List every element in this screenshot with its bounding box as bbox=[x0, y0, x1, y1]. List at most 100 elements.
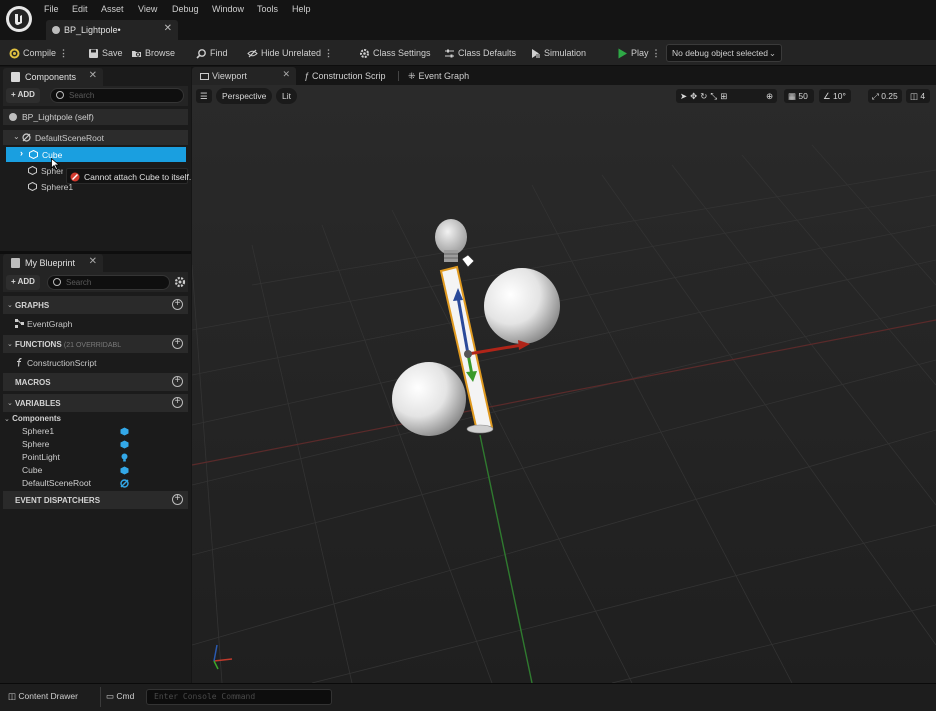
variables-group-label: Components bbox=[12, 414, 61, 423]
expand-arrow-icon: ⌄ bbox=[13, 132, 20, 141]
gear-icon bbox=[360, 48, 369, 58]
components-search-input[interactable]: Search bbox=[50, 88, 184, 103]
tab-event-graph[interactable]: ⁜ Event Graph bbox=[408, 67, 469, 85]
content-drawer-icon: ◫ bbox=[8, 691, 17, 701]
hide-unrelated-button[interactable]: Hide Unrelated ⋮ bbox=[247, 46, 333, 60]
menu-file[interactable]: File bbox=[44, 4, 59, 14]
cmd-button[interactable]: ▭ Cmd bbox=[106, 691, 134, 702]
tooltip-text: Cannot attach Cube to itself. bbox=[84, 172, 192, 182]
sphere-mesh[interactable] bbox=[484, 268, 560, 344]
variable-defaultsceneroot[interactable]: DefaultSceneRoot bbox=[22, 478, 91, 488]
menu-help[interactable]: Help bbox=[292, 4, 311, 14]
folder-search-icon bbox=[132, 50, 141, 57]
gear-icon[interactable] bbox=[174, 276, 186, 288]
variables-group-components[interactable]: ⌄ Components bbox=[4, 414, 61, 423]
play-options-icon[interactable]: ⋮ bbox=[652, 48, 661, 59]
rotation-snap-button[interactable]: ∠ 10° bbox=[819, 89, 851, 103]
components-add-button[interactable]: + ADD bbox=[6, 88, 40, 103]
lit-button[interactable]: Lit bbox=[276, 88, 297, 104]
scale-snap-button[interactable]: ⤢ 0.25 bbox=[868, 89, 902, 103]
blueprint-add-label: ADD bbox=[17, 277, 35, 286]
class-settings-button[interactable]: Class Settings bbox=[359, 46, 431, 60]
expand-arrow-icon: ⌄ bbox=[7, 341, 13, 348]
menu-asset[interactable]: Asset bbox=[101, 4, 124, 14]
tab-viewport-label: Viewport bbox=[212, 71, 247, 81]
camera-speed-button[interactable]: ◫ 4 bbox=[906, 89, 930, 103]
menu-view[interactable]: View bbox=[138, 4, 157, 14]
debug-object-select[interactable]: No debug object selected ⌄ bbox=[666, 44, 782, 62]
close-icon[interactable]: ✕ bbox=[89, 70, 97, 81]
blueprint-add-button[interactable]: + ADD bbox=[6, 275, 40, 290]
tab-my-blueprint[interactable]: My Blueprint ✕ bbox=[3, 254, 103, 272]
unreal-logo-icon[interactable] bbox=[6, 6, 32, 32]
tab-components[interactable]: Components ✕ bbox=[3, 68, 103, 86]
add-variable-icon[interactable]: + bbox=[172, 397, 183, 408]
sphere1-mesh[interactable] bbox=[392, 362, 466, 436]
perspective-button[interactable]: Perspective bbox=[216, 88, 273, 104]
surface-snap-icon[interactable]: ⊞ bbox=[720, 91, 730, 101]
variable-sphere[interactable]: Sphere bbox=[22, 439, 49, 449]
function-icon: ƒ bbox=[304, 71, 310, 81]
tab-construction-script[interactable]: ƒ Construction Scrip bbox=[304, 67, 388, 85]
section-event-dispatchers[interactable]: EVENT DISPATCHERS + bbox=[3, 491, 188, 509]
sliders-icon bbox=[445, 49, 454, 57]
expand-arrow-icon: ⌄ bbox=[7, 400, 13, 407]
section-graphs[interactable]: ⌄ GRAPHS + bbox=[3, 296, 188, 314]
content-drawer-button[interactable]: ◫ Content Drawer bbox=[8, 691, 78, 702]
variable-pointlight[interactable]: PointLight bbox=[22, 452, 60, 462]
tree-label: DefaultSceneRoot bbox=[35, 133, 104, 143]
self-row[interactable]: BP_Lightpole (self) bbox=[3, 109, 188, 125]
class-defaults-button[interactable]: Class Defaults bbox=[444, 46, 516, 60]
compile-button[interactable]: Compile ⋮ bbox=[9, 46, 68, 60]
add-graph-icon[interactable]: + bbox=[172, 299, 183, 310]
browse-button[interactable]: Browse bbox=[131, 46, 175, 60]
transform-mode-group: ➤✥↻⤡⊞ bbox=[676, 89, 768, 103]
section-functions[interactable]: ⌄ FUNCTIONS (21 OVERRIDABL + bbox=[3, 335, 188, 353]
section-macros[interactable]: MACROS + bbox=[3, 373, 188, 391]
menu-tools[interactable]: Tools bbox=[257, 4, 278, 14]
viewport-canvas[interactable]: ☰ Perspective Lit ➤✥↻⤡⊞ ⊕ ▦ 50 ∠ 10° ⤢ 0… bbox=[192, 85, 936, 683]
hide-unrelated-options-icon[interactable]: ⋮ bbox=[324, 48, 333, 59]
world-local-icon[interactable]: ⊕ bbox=[762, 89, 778, 103]
select-mode-icon[interactable]: ➤ bbox=[680, 91, 690, 101]
save-button[interactable]: Save bbox=[88, 46, 123, 60]
add-function-icon[interactable]: + bbox=[172, 338, 183, 349]
menu-window[interactable]: Window bbox=[212, 4, 244, 14]
rotate-mode-icon[interactable]: ↻ bbox=[700, 91, 710, 101]
close-icon[interactable]: ✕ bbox=[282, 69, 290, 80]
search-icon bbox=[53, 278, 61, 286]
play-button[interactable]: Play ⋮ bbox=[617, 46, 661, 60]
save-icon bbox=[89, 48, 98, 58]
editor-tabs: Viewport ✕ ƒ Construction Scrip ⁜ Event Gr… bbox=[192, 67, 936, 85]
tab-construction-label: Construction Scrip bbox=[312, 71, 386, 81]
translate-mode-icon[interactable]: ✥ bbox=[690, 91, 700, 101]
variable-cube[interactable]: Cube bbox=[22, 465, 42, 475]
menu-debug[interactable]: Debug bbox=[172, 4, 199, 14]
add-macro-icon[interactable]: + bbox=[172, 376, 183, 387]
add-event-dispatcher-icon[interactable]: + bbox=[172, 494, 183, 505]
scale-mode-icon[interactable]: ⤡ bbox=[710, 91, 720, 101]
tab-viewport[interactable]: Viewport ✕ bbox=[192, 67, 296, 85]
variable-sphere1[interactable]: Sphere1 bbox=[22, 426, 54, 436]
close-icon[interactable]: ✕ bbox=[89, 256, 97, 267]
tab-event-graph-label: Event Graph bbox=[418, 71, 470, 81]
tab-my-blueprint-label: My Blueprint bbox=[25, 258, 76, 268]
console-command-input[interactable]: Enter Console Command bbox=[146, 689, 332, 705]
menu-edit[interactable]: Edit bbox=[72, 4, 88, 14]
grid-snap-button[interactable]: ▦ 50 bbox=[784, 89, 814, 103]
document-tab[interactable]: BP_Lightpole• ✕ bbox=[46, 20, 178, 40]
tree-row-sphere[interactable]: Sphere bbox=[28, 164, 68, 179]
viewport-menu-icon[interactable]: ☰ bbox=[196, 89, 212, 103]
compile-icon bbox=[9, 48, 20, 58]
close-icon[interactable]: ✕ bbox=[164, 23, 172, 34]
compile-options-icon[interactable]: ⋮ bbox=[59, 48, 68, 59]
compile-label: Compile bbox=[23, 48, 57, 58]
blueprint-search-input[interactable]: Search bbox=[47, 275, 170, 290]
tree-row-cube-selected[interactable]: › Cube bbox=[6, 147, 186, 162]
section-variables[interactable]: ⌄ VARIABLES + bbox=[3, 394, 188, 412]
blueprint-icon bbox=[9, 113, 17, 121]
simulation-button[interactable]: Simulation bbox=[530, 46, 586, 60]
simulation-label: Simulation bbox=[544, 48, 587, 58]
tree-row-defaultsceneroot[interactable]: ⌄ DefaultSceneRoot bbox=[3, 130, 188, 145]
find-button[interactable]: Find bbox=[196, 46, 228, 60]
